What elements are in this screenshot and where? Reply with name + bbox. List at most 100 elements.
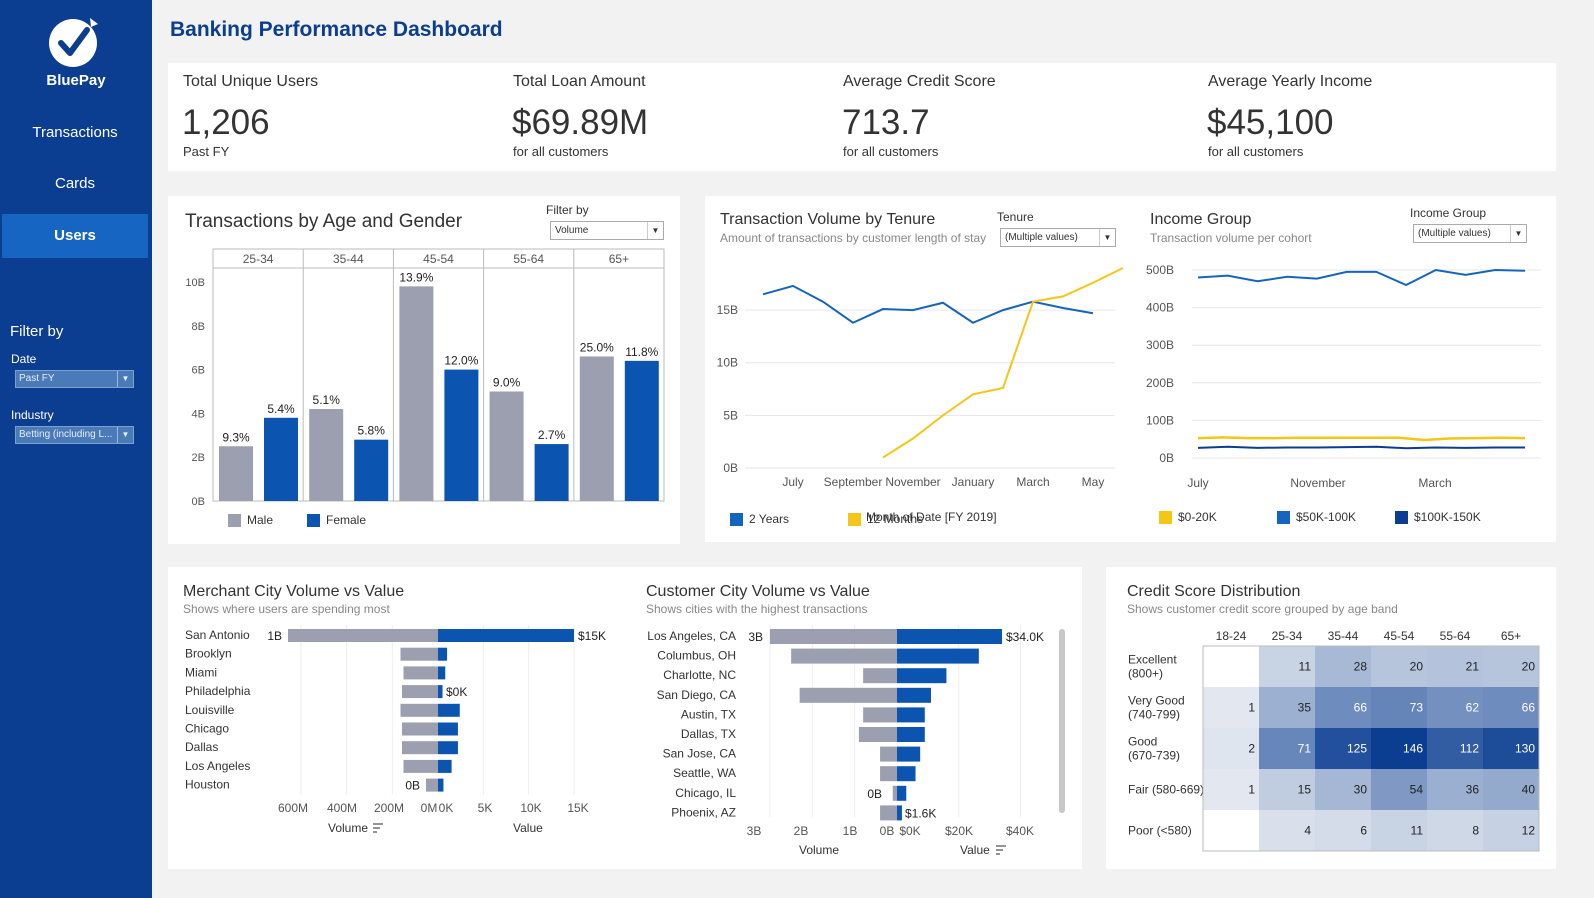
customer-scrollbar[interactable] bbox=[1059, 629, 1065, 813]
merchant-city-label: Philadelphia bbox=[185, 684, 251, 698]
kpi-income-sub: for all customers bbox=[1208, 144, 1304, 159]
bar-female bbox=[624, 360, 659, 501]
heatmap-value: 28 bbox=[1354, 660, 1368, 674]
kpi-panel: Total Unique Users 1,206 Past FY Total L… bbox=[168, 63, 1556, 171]
credit-band-label: (670-739) bbox=[1128, 749, 1180, 763]
heatmap-value: 1 bbox=[1248, 783, 1255, 797]
y-tick-label: 8B bbox=[192, 321, 205, 333]
brand-name: BluePay bbox=[46, 72, 106, 89]
customer-volume-bar bbox=[799, 687, 897, 703]
age-band-header: 35-44 bbox=[1328, 629, 1359, 643]
industry-filter-select[interactable]: Betting (including L... ▼ bbox=[15, 426, 134, 444]
customer-value-bar bbox=[897, 727, 925, 742]
volume-tick-label: 200M bbox=[374, 801, 404, 815]
value-tick-label: $20K bbox=[945, 824, 973, 838]
customer-value-bar bbox=[897, 687, 931, 703]
sidebar-filter-title: Filter by bbox=[10, 323, 64, 340]
age-band-label: 65+ bbox=[609, 252, 629, 266]
y-tick-label: 10B bbox=[717, 356, 738, 370]
merchant-volume-bar bbox=[400, 703, 438, 717]
date-filter-select[interactable]: Past FY ▼ bbox=[15, 370, 134, 388]
customer-city-label: San Jose, CA bbox=[663, 747, 736, 761]
customer-volume-max-label: 3B bbox=[748, 630, 763, 644]
y-tick-label: 300B bbox=[1146, 338, 1174, 352]
bar-female bbox=[444, 369, 479, 501]
line-100-150k bbox=[1197, 445, 1525, 450]
date-filter-label: Date bbox=[11, 352, 37, 366]
heatmap-value: 30 bbox=[1354, 783, 1368, 797]
merchant-value-bar bbox=[438, 741, 458, 755]
merchant-city-label: Los Angeles bbox=[185, 759, 250, 773]
nav-transactions[interactable]: Transactions bbox=[2, 111, 148, 155]
date-filter-value: Past FY bbox=[19, 373, 55, 384]
customer-value-bar bbox=[897, 629, 1002, 644]
sidebar: BluePay Transactions Cards Users Filter … bbox=[0, 0, 152, 898]
customer-volume-bar bbox=[791, 648, 897, 664]
bar-data-label: 11.8% bbox=[625, 345, 658, 359]
kpi-users-sub: Past FY bbox=[183, 144, 230, 159]
kpi-loan-label: Total Loan Amount bbox=[513, 73, 646, 90]
legend-male[interactable]: Male bbox=[228, 513, 273, 527]
age-band-header: 65+ bbox=[1501, 629, 1521, 643]
customer-city-label: San Diego, CA bbox=[657, 688, 736, 702]
legend-100-150k-label: $100K-150K bbox=[1414, 510, 1481, 524]
x-tick-label: May bbox=[1082, 475, 1105, 489]
merchant-city-label: Miami bbox=[185, 665, 217, 679]
heatmap-value: 66 bbox=[1522, 701, 1536, 715]
credit-heatmap: 18-24 25-34 35-44 45-54 55-64 65+11 28 20 21 20Ex… bbox=[1128, 629, 1540, 852]
customer-city-label: Dallas, TX bbox=[681, 727, 736, 741]
credit-band-label: Poor (<580) bbox=[1128, 824, 1192, 838]
customer-volume-bar bbox=[770, 629, 897, 644]
y-tick-label: 5B bbox=[723, 408, 738, 422]
legend-50-100k[interactable]: $50K-100K bbox=[1277, 510, 1356, 524]
value-tick-label: $40K bbox=[1006, 824, 1034, 838]
chevron-down-icon: ▼ bbox=[117, 371, 133, 387]
tenure-x-axis-title: Month of Date [FY 2019] bbox=[866, 510, 997, 524]
merchant-city-label: Dallas bbox=[185, 740, 218, 754]
bar-data-label: 5.1% bbox=[313, 393, 341, 407]
legend-swatch-male bbox=[228, 513, 241, 527]
heatmap-value: 20 bbox=[1522, 660, 1536, 674]
age-band-label: 35-44 bbox=[333, 252, 364, 266]
heatmap-value: 146 bbox=[1403, 742, 1423, 756]
city-panel: Merchant City Volume vs Value Shows wher… bbox=[168, 567, 1082, 869]
y-tick-label: 2B bbox=[192, 452, 205, 464]
kpi-loan-sub: for all customers bbox=[513, 144, 609, 159]
volume-tick-label: 600M bbox=[278, 801, 308, 815]
customer-volume-bar bbox=[863, 668, 897, 684]
merchant-volume-max-label: 1B bbox=[267, 629, 282, 643]
legend-100-150k[interactable]: $100K-150K bbox=[1395, 510, 1481, 524]
legend-female-label: Female bbox=[326, 513, 367, 527]
legend-swatch-12-months bbox=[848, 512, 861, 526]
y-tick-label: 10B bbox=[185, 277, 205, 289]
age-band-label: 55-64 bbox=[513, 252, 544, 266]
heatmap-value: 71 bbox=[1298, 742, 1312, 756]
kpi-users-label: Total Unique Users bbox=[183, 73, 319, 90]
credit-panel: Credit Score Distribution Shows customer… bbox=[1106, 567, 1556, 869]
customer-city-label: Columbus, OH bbox=[657, 649, 736, 663]
volume-tick-label: 0M bbox=[421, 801, 438, 815]
bar-female bbox=[354, 439, 389, 501]
age-band-header: 55-64 bbox=[1440, 629, 1471, 643]
kpi-income-value: $45,100 bbox=[1207, 103, 1334, 142]
credit-band-label: Good bbox=[1128, 735, 1157, 749]
value-tick-label: 0K bbox=[439, 801, 454, 815]
merchant-city-label: Chicago bbox=[185, 722, 229, 736]
legend-female[interactable]: Female bbox=[307, 513, 366, 527]
merchant-volume-bar bbox=[402, 741, 438, 755]
legend-swatch-female bbox=[307, 513, 320, 527]
line-2-years bbox=[762, 284, 1094, 324]
merchant-value-bar bbox=[438, 722, 458, 736]
legend-2-years-label: 2 Years bbox=[749, 512, 790, 526]
nav-users[interactable]: Users bbox=[2, 214, 148, 258]
nav-cards[interactable]: Cards bbox=[2, 162, 148, 206]
legend-2-years[interactable]: 2 Years bbox=[730, 512, 789, 526]
legend-0-20k[interactable]: $0-20K bbox=[1159, 510, 1217, 524]
y-tick-label: 400B bbox=[1146, 301, 1174, 315]
heatmap-value: 130 bbox=[1515, 742, 1535, 756]
age-band-header: 45-54 bbox=[1384, 629, 1415, 643]
merchant-value-bar bbox=[438, 647, 448, 661]
customer-city-label: Charlotte, NC bbox=[663, 668, 736, 682]
legend-50-100k-label: $50K-100K bbox=[1296, 510, 1357, 524]
customer-value-bar bbox=[897, 707, 925, 723]
